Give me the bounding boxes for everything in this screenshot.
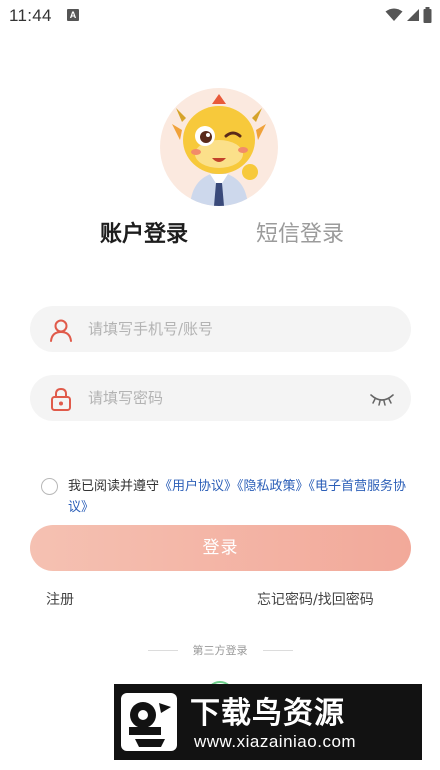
forgot-password-link[interactable]: 忘记密码/找回密码	[257, 589, 374, 609]
agreement-checkbox[interactable]	[41, 478, 58, 495]
agreement-prefix: 我已阅读并遵守	[68, 479, 160, 494]
user-agreement-link[interactable]: 《用户协议》	[159, 479, 237, 494]
tab-sms-login[interactable]: 短信登录	[256, 216, 344, 248]
status-time: 11:44	[9, 6, 52, 25]
privacy-policy-link[interactable]: 《隐私政策》	[237, 479, 309, 494]
phone-input[interactable]	[88, 306, 368, 352]
notification-a-icon: A	[67, 9, 79, 21]
signal-icon	[407, 9, 419, 21]
dragon-mascot-avatar	[160, 88, 278, 206]
eye-closed-icon[interactable]	[369, 388, 395, 408]
agreement-text: 我已阅读并遵守《用户协议》《隐私政策》《电子首营服务协议》	[68, 476, 418, 518]
wifi-icon	[385, 8, 403, 21]
dragon-mascot-icon	[172, 94, 266, 206]
status-icons	[385, 7, 432, 23]
login-button[interactable]: 登录	[30, 525, 411, 571]
watermark-url: www.xiazainiao.com	[194, 732, 357, 751]
password-field[interactable]	[30, 375, 411, 421]
status-bar: 11:44 A	[0, 0, 440, 30]
divider-line-right	[263, 650, 293, 651]
lock-icon	[51, 387, 71, 411]
user-icon	[50, 319, 72, 342]
tab-account-login[interactable]: 账户登录	[100, 216, 188, 248]
password-input[interactable]	[88, 375, 368, 421]
watermark-title: 下载鸟资源	[190, 696, 345, 731]
register-link[interactable]: 注册	[46, 589, 74, 609]
bird-logo-icon	[121, 693, 177, 751]
watermark-banner: 下载鸟资源 www.xiazainiao.com	[114, 684, 422, 760]
phone-field[interactable]	[30, 306, 411, 352]
battery-icon	[423, 7, 432, 23]
third-party-divider: 第三方登录	[0, 641, 440, 661]
third-party-label: 第三方登录	[192, 644, 248, 657]
